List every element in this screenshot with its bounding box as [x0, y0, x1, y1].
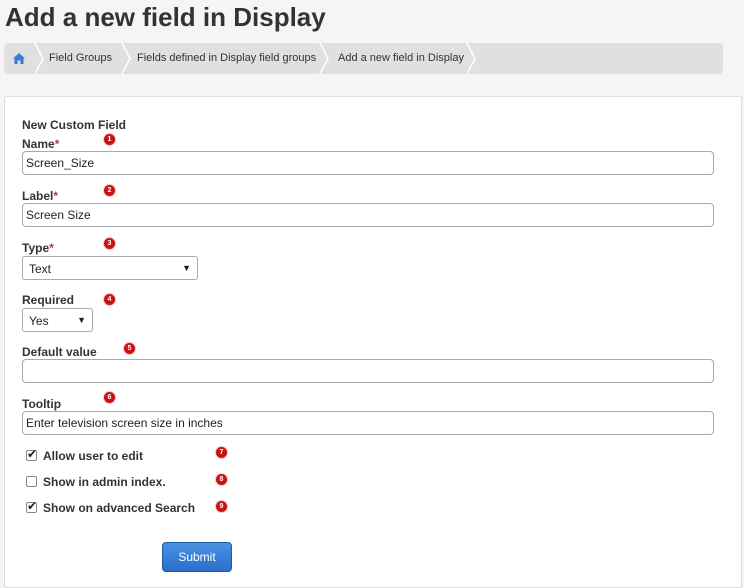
submit-button[interactable]: Submit — [162, 542, 232, 572]
breadcrumb-separator — [34, 43, 44, 74]
check-icon: ✔ — [27, 499, 38, 513]
breadcrumb-separator — [121, 43, 131, 74]
home-icon[interactable] — [12, 52, 26, 65]
chevron-down-icon: ▼ — [77, 315, 86, 325]
step-badge: 3 — [104, 238, 115, 249]
name-label: Name* — [22, 137, 60, 151]
type-label: Type* — [22, 241, 54, 255]
required-select[interactable]: Yes ▼ — [22, 308, 93, 332]
breadcrumb-item-field-groups[interactable]: Field Groups — [49, 43, 112, 74]
step-badge: 8 — [216, 474, 227, 485]
breadcrumb-item-fields-defined[interactable]: Fields defined in Display field groups — [137, 43, 316, 74]
breadcrumb-separator — [319, 43, 329, 74]
required-select-value: Yes — [29, 314, 49, 328]
breadcrumb-separator — [466, 43, 476, 74]
form-heading: New Custom Field — [22, 118, 127, 132]
step-badge: 1 — [104, 134, 115, 145]
name-input[interactable]: Screen_Size — [22, 151, 714, 175]
default-value-input[interactable] — [22, 359, 714, 383]
show-advanced-search-checkbox[interactable]: ✔ — [26, 499, 38, 513]
step-badge: 5 — [124, 343, 135, 354]
step-badge: 2 — [104, 185, 115, 196]
allow-user-edit-checkbox[interactable]: ✔ — [26, 447, 38, 461]
page-title: Add a new field in Display — [5, 2, 326, 32]
step-badge: 4 — [104, 294, 115, 305]
step-badge: 7 — [216, 447, 227, 458]
type-select[interactable]: Text ▼ — [22, 256, 198, 280]
label-input[interactable]: Screen Size — [22, 203, 714, 227]
default-value-label: Default value — [22, 345, 97, 359]
breadcrumb-item-current: Add a new field in Display — [338, 52, 464, 64]
label-label: Label* — [22, 189, 59, 203]
tooltip-input[interactable]: Enter television screen size in inches — [22, 411, 714, 435]
show-admin-index-label: Show in admin index. — [43, 475, 166, 489]
allow-user-edit-label: Allow user to edit — [43, 449, 144, 463]
required-label: Required — [22, 293, 75, 307]
type-select-value: Text — [29, 262, 52, 276]
step-badge: 6 — [104, 392, 115, 403]
show-advanced-search-label: Show on advanced Search — [43, 501, 196, 515]
check-icon: ✔ — [27, 447, 38, 461]
show-admin-index-checkbox[interactable] — [26, 476, 37, 487]
tooltip-label: Tooltip — [22, 397, 62, 411]
chevron-down-icon: ▼ — [182, 263, 191, 273]
breadcrumb: Field Groups Fields defined in Display f… — [4, 43, 723, 74]
step-badge: 9 — [216, 501, 227, 512]
